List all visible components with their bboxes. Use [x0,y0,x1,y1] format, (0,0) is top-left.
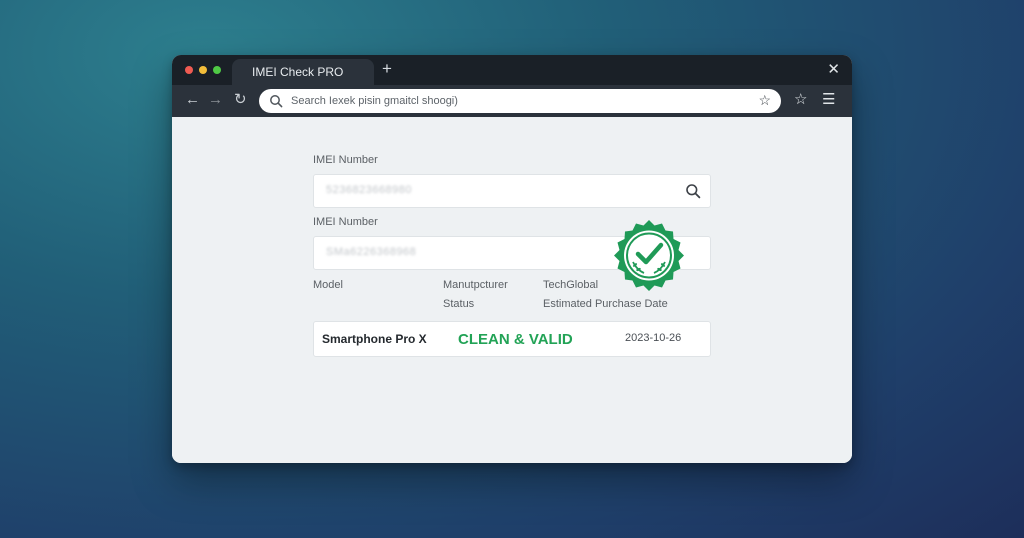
minimize-window-dot[interactable] [199,66,207,74]
browser-toolbar: ← → ↻ Search Iexek pisin gmaitcl shoogi)… [172,85,852,117]
address-bar[interactable]: Search Iexek pisin gmaitcl shoogi) ☆ [259,89,781,113]
column-model: Model [313,279,343,291]
result-status: CLEAN & VALID [458,331,573,348]
new-tab-icon[interactable]: + [382,59,392,79]
column-techglobal: TechGlobal [543,279,599,291]
result-row: Smartphone Pro X CLEAN & VALID 2023-10-2… [313,321,711,357]
close-window-dot[interactable] [185,66,193,74]
column-status: Status [443,298,475,310]
verified-check-badge-icon [614,220,684,291]
address-text: Search Iexek pisin gmaitcl shoogi) [291,95,458,107]
close-icon[interactable]: ✕ [827,60,840,80]
tab-title: IMEI Check PRO [252,65,344,79]
menu-icon[interactable]: ☰ [822,90,835,108]
tab-imei-check[interactable]: IMEI Check PRO [232,59,374,85]
column-manufacturer: Manutpcturer [443,279,508,291]
bookmarks-icon[interactable]: ☆ [794,90,807,108]
bookmark-star-icon[interactable]: ☆ [758,92,771,109]
imei-label-2: IMEI Number [313,216,378,228]
imei-label-1: IMEI Number [313,154,378,166]
forward-icon[interactable]: → [208,91,223,109]
column-purchase-date: Estimated Purchase Date [543,298,668,310]
back-icon[interactable]: ← [185,91,200,109]
result-model: Smartphone Pro X [322,332,427,346]
reload-icon[interactable]: ↻ [234,91,247,109]
maximize-window-dot[interactable] [213,66,221,74]
result-purchase-date: 2023-10-26 [625,332,682,344]
tab-bar: IMEI Check PRO + ✕ [172,55,852,85]
imei-input-1-value: 5236823668980 [326,184,413,196]
browser-window: IMEI Check PRO + ✕ ← → ↻ Search Iexek pi… [172,55,852,463]
search-icon[interactable] [685,183,701,199]
page-content: IMEI Number 5236823668980 IMEI Number SM… [172,117,852,463]
search-icon [270,95,283,108]
imei-input-2-value: SMa6226368968 [326,246,417,258]
imei-input-1[interactable]: 5236823668980 [313,174,711,208]
